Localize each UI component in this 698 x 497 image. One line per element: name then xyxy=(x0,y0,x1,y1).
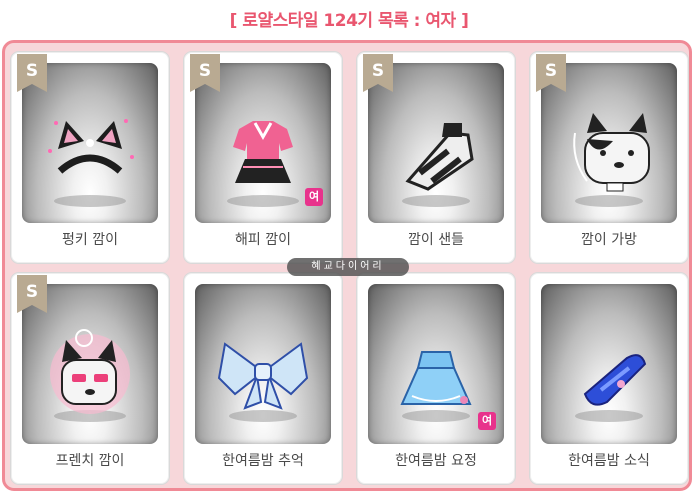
special-badge: S xyxy=(536,54,566,92)
item-card[interactable]: S 깜이 샌들 xyxy=(356,51,516,264)
item-card[interactable]: S 펑키 깜이 xyxy=(10,51,170,264)
item-card[interactable]: 여 한여름밤 요정 xyxy=(356,272,516,485)
item-label: 펑키 깜이 xyxy=(62,232,118,248)
badge-letter: S xyxy=(199,61,211,81)
item-card[interactable]: 한여름밤 추억 xyxy=(183,272,343,485)
badge-letter: S xyxy=(26,61,38,81)
item-label: 한여름밤 소식 xyxy=(568,453,650,469)
special-badge: S xyxy=(17,275,47,313)
female-only-badge: 여 xyxy=(478,412,496,430)
page-title: [ 로얄스타일 124기 목록 : 여자 ] xyxy=(229,11,469,31)
item-label: 한여름밤 요정 xyxy=(395,453,477,469)
item-card[interactable]: S 프렌치 깜이 xyxy=(10,272,170,485)
badge-letter: S xyxy=(545,61,557,81)
item-label: 깜이 가방 xyxy=(581,232,637,248)
ribbon-icon xyxy=(217,342,309,422)
item-card[interactable]: S 여 해피 깜이 xyxy=(183,51,343,264)
item-preview xyxy=(541,284,677,444)
special-badge: S xyxy=(363,54,393,92)
blue-slipper-icon xyxy=(575,354,647,422)
item-card[interactable]: S 깜이 가방 xyxy=(529,51,689,264)
badge-letter: S xyxy=(372,61,384,81)
item-label: 프렌치 깜이 xyxy=(55,453,125,469)
item-label: 깜이 샌들 xyxy=(408,232,464,248)
badge-letter: S xyxy=(26,282,38,302)
item-card[interactable]: 한여름밤 소식 xyxy=(529,272,689,485)
special-badge: S xyxy=(190,54,220,92)
watermark: 혜교다이어리 xyxy=(287,258,409,276)
item-label: 한여름밤 추억 xyxy=(222,453,304,469)
special-badge: S xyxy=(17,54,47,92)
item-preview xyxy=(195,284,331,444)
item-label: 해피 깜이 xyxy=(235,232,291,248)
female-only-badge: 여 xyxy=(305,188,323,206)
